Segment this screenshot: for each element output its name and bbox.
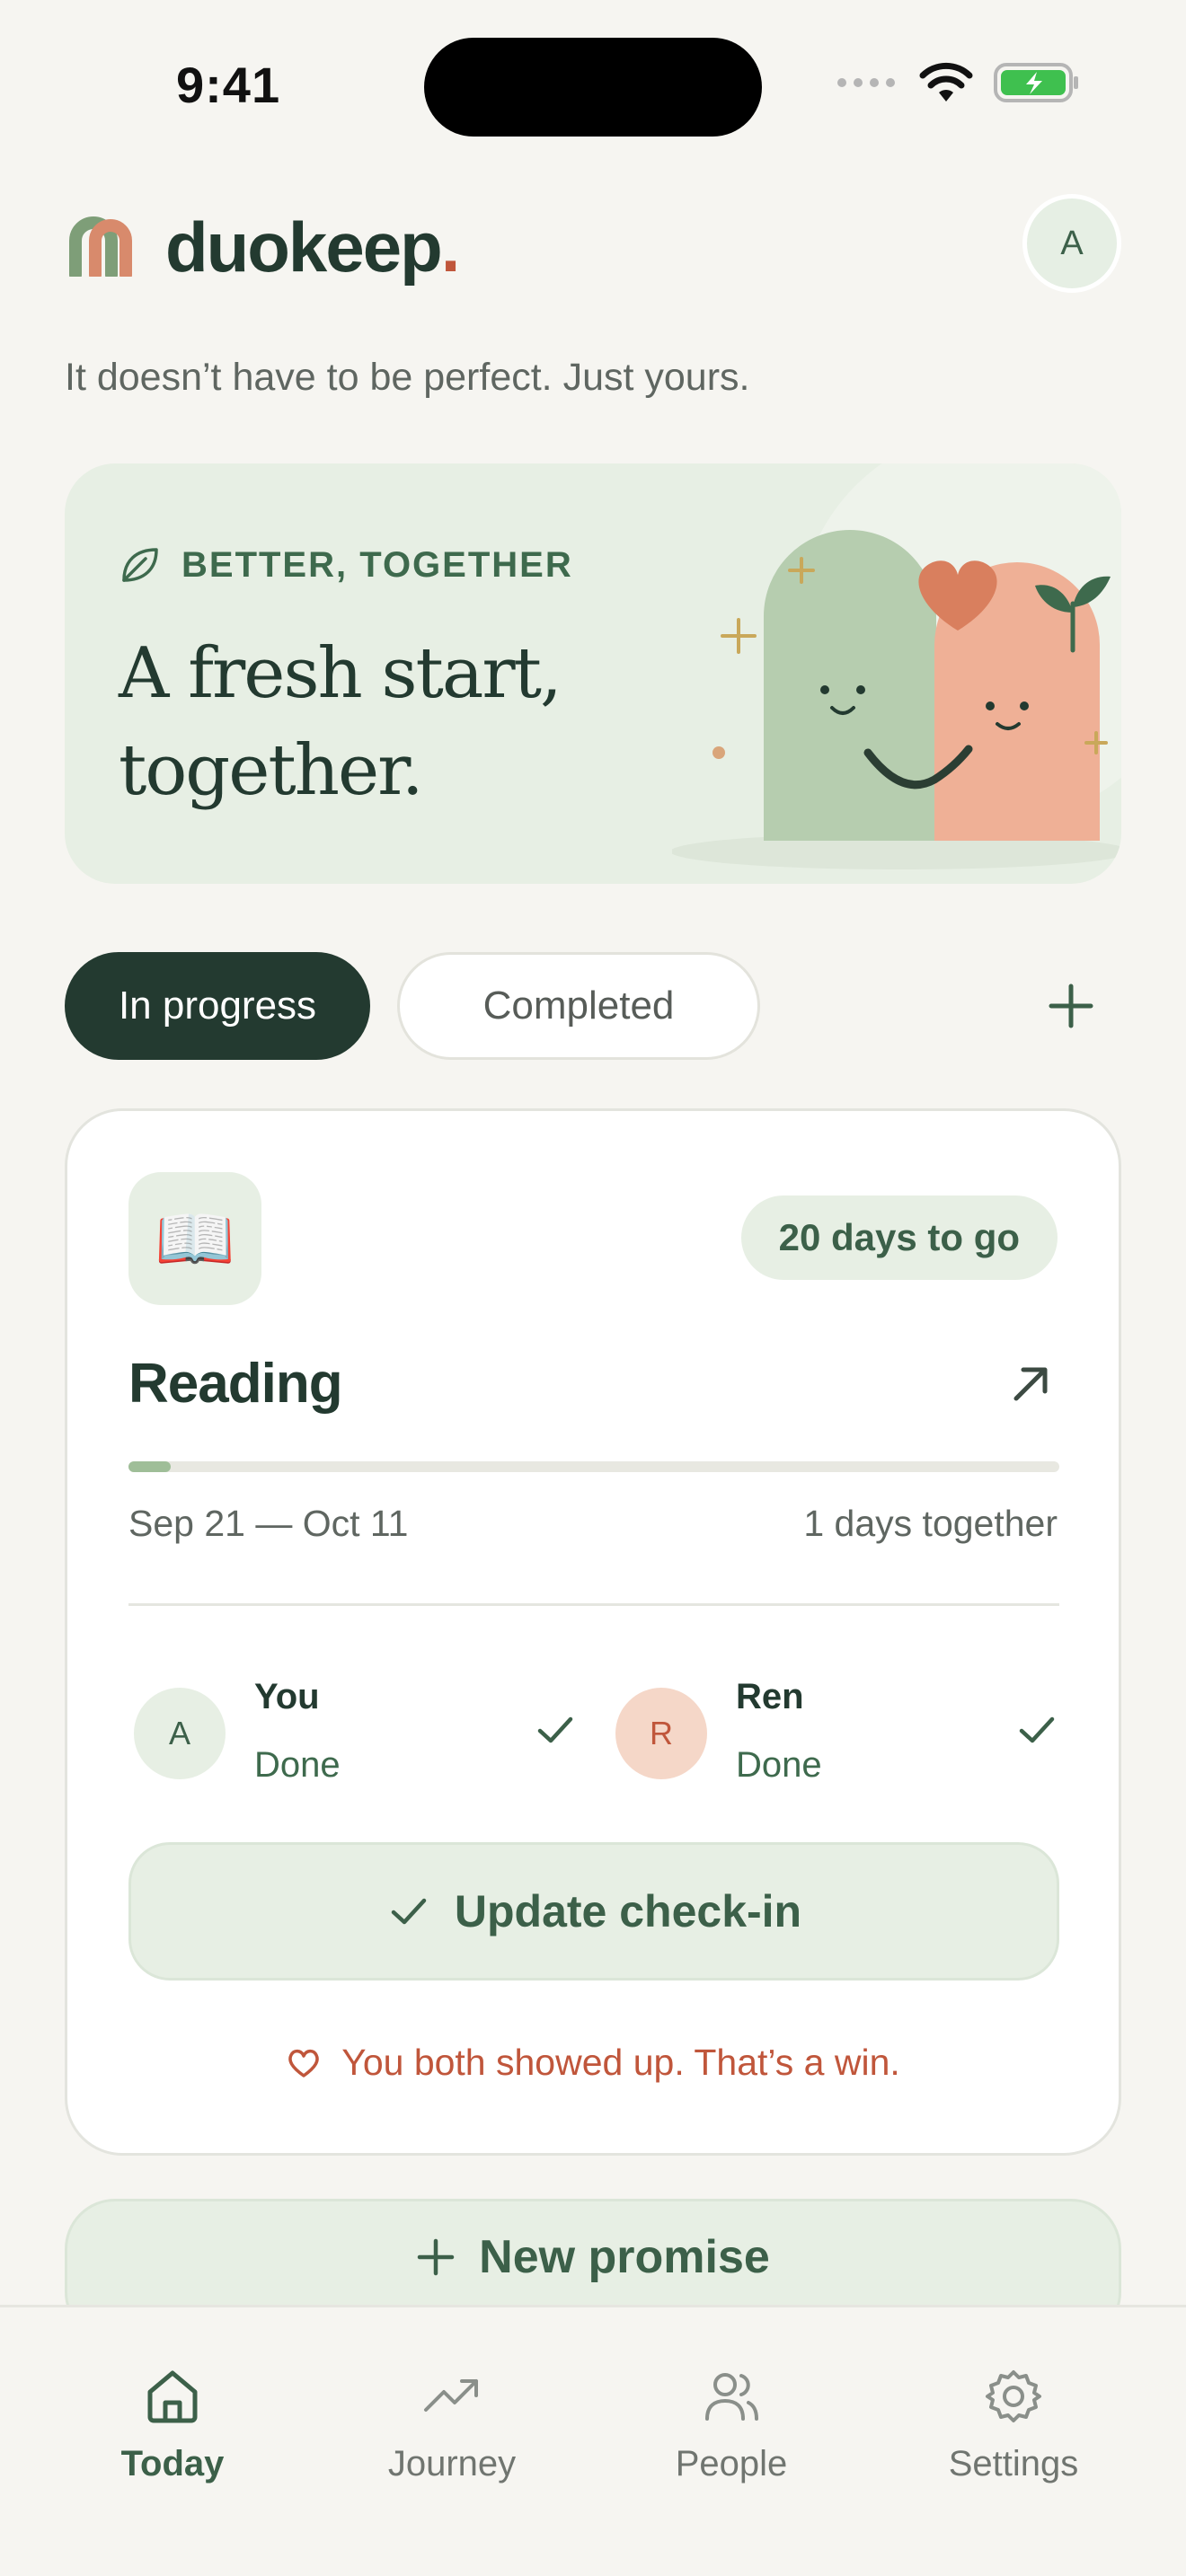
update-checkin-label: Update check-in — [454, 1886, 802, 1936]
encouragement-text: You both showed up. That’s a win. — [341, 2042, 900, 2083]
goal-progress-fill — [128, 1461, 171, 1472]
tab-completed[interactable]: Completed — [397, 952, 760, 1060]
member-ren: R Ren Done — [610, 1668, 1059, 1794]
status-time: 9:41 — [176, 57, 281, 113]
arrow-up-right-icon[interactable] — [1004, 1357, 1058, 1411]
new-promise-label: New promise — [479, 2231, 770, 2283]
leaf-icon — [122, 548, 158, 582]
encouragement-note: You both showed up. That’s a win. — [67, 2042, 1119, 2084]
nav-label: Today — [120, 2444, 225, 2483]
member-you: A You Done — [128, 1668, 578, 1794]
wifi-icon — [919, 62, 973, 101]
nav-people[interactable]: People — [624, 2365, 839, 2484]
days-remaining-badge: 20 days to go — [740, 1195, 1058, 1280]
member-status: Done — [254, 1745, 341, 1785]
couple-illustration — [672, 463, 1121, 869]
check-icon — [537, 1716, 573, 1743]
member-name: Ren — [736, 1677, 804, 1716]
people-icon — [705, 2373, 758, 2421]
hero-title: A fresh start, together. — [119, 633, 562, 811]
check-icon — [391, 1898, 427, 1925]
book-icon: 📖 — [128, 1172, 261, 1305]
header: duokeep. A — [65, 194, 1121, 302]
hero-card: BETTER, TOGETHER A fresh start, together… — [65, 463, 1121, 884]
avatar: R — [615, 1688, 707, 1779]
goal-card[interactable]: 📖 20 days to go Reading Sep 21 — Oct 11 … — [65, 1108, 1121, 2156]
tab-in-progress[interactable]: In progress — [65, 952, 370, 1060]
nav-label: Settings — [948, 2444, 1079, 2483]
goal-title: Reading — [128, 1353, 343, 1415]
goal-progress-bar — [128, 1461, 1059, 1472]
avatar: A — [134, 1688, 226, 1779]
hero-kicker-text: BETTER, TOGETHER — [181, 544, 573, 585]
status-bar: 9:41 — [0, 0, 1186, 171]
dynamic-island — [424, 38, 762, 137]
plus-icon — [1049, 984, 1093, 1028]
nav-journey[interactable]: Journey — [344, 2365, 560, 2484]
check-icon — [1019, 1716, 1055, 1743]
duokeep-logo-icon — [69, 216, 132, 277]
nav-label: People — [675, 2444, 788, 2483]
gear-icon — [986, 2370, 1041, 2422]
battery-icon — [994, 63, 1078, 102]
days-together: 1 days together — [803, 1503, 1058, 1544]
nav-today[interactable]: Today — [65, 2365, 280, 2484]
member-status: Done — [736, 1745, 822, 1785]
divider — [128, 1603, 1059, 1606]
heart-icon — [288, 2049, 320, 2078]
nav-label: Journey — [387, 2444, 517, 2483]
bottom-tab-bar: Today Journey People Settings — [0, 2305, 1186, 2576]
update-checkin-button[interactable]: Update check-in — [128, 1842, 1059, 1981]
goal-filter-tabs: In progress Completed — [65, 952, 1121, 1060]
status-icons — [836, 61, 1080, 104]
tagline: It doesn’t have to be perfect. Just your… — [65, 356, 750, 399]
member-name: You — [254, 1677, 320, 1716]
brand-dot: . — [440, 207, 461, 287]
nav-settings[interactable]: Settings — [906, 2365, 1121, 2484]
plus-icon — [417, 2238, 455, 2276]
signal-icon — [837, 78, 895, 87]
profile-avatar[interactable]: A — [1022, 194, 1121, 293]
add-goal-button[interactable] — [1035, 970, 1107, 1042]
trend-up-icon — [424, 2379, 478, 2412]
date-range: Sep 21 — Oct 11 — [128, 1503, 409, 1544]
home-icon — [147, 2370, 198, 2423]
app-name: duokeep. — [165, 207, 461, 287]
hero-kicker: BETTER, TOGETHER — [119, 544, 573, 586]
